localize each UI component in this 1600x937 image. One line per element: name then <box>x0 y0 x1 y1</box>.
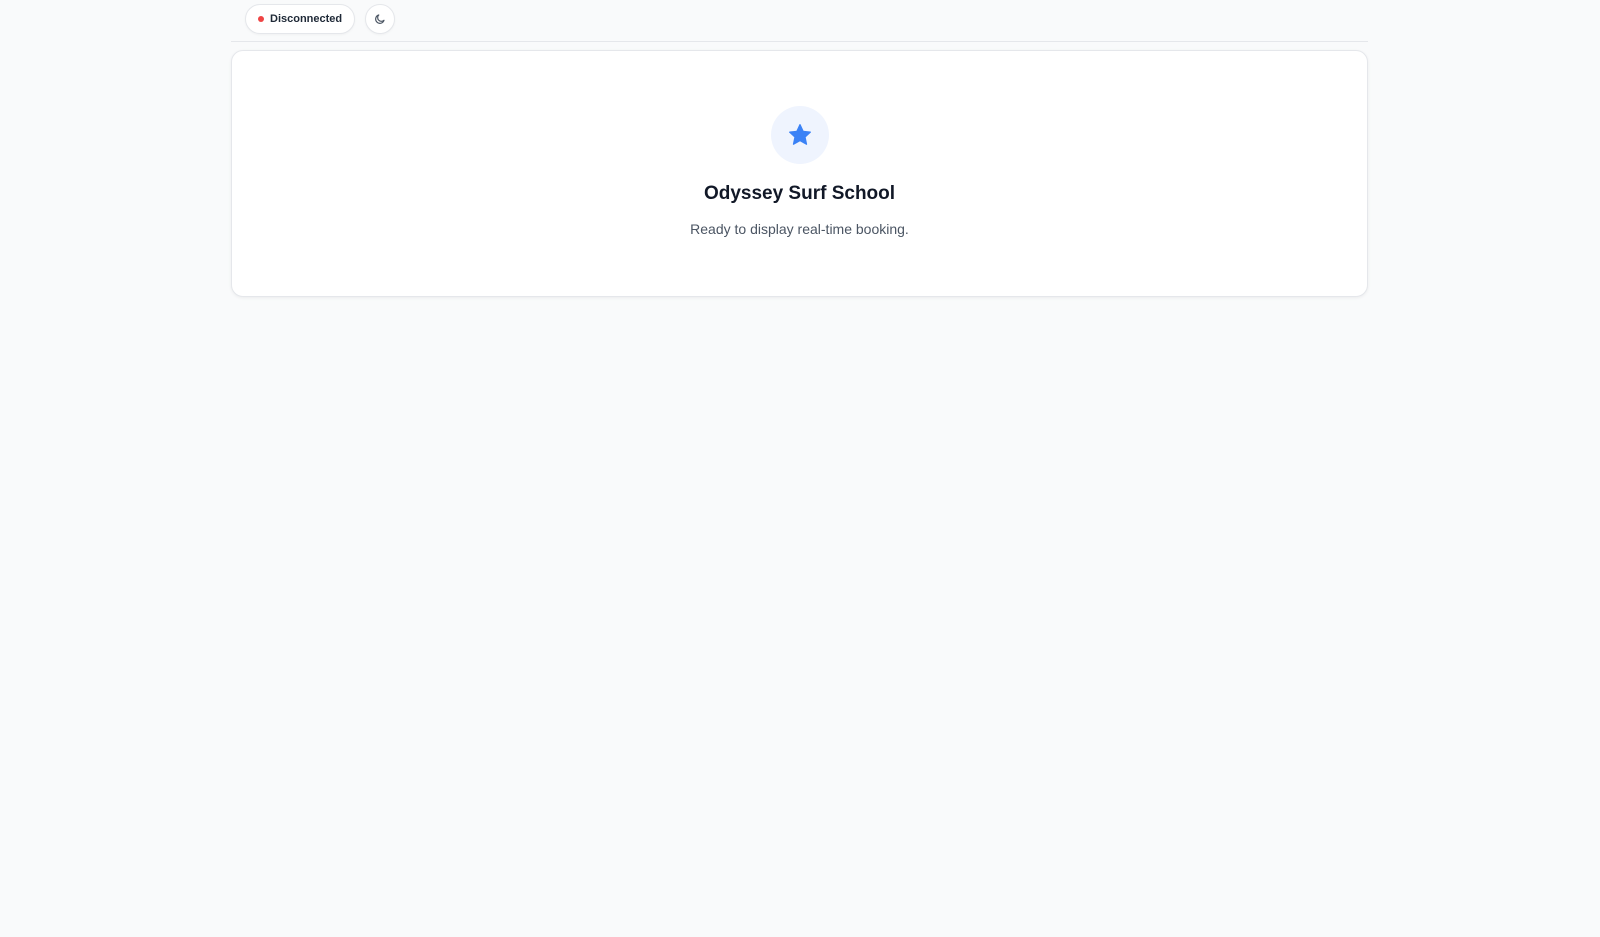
status-message: Ready to display real-time booking. <box>690 221 909 237</box>
connection-status-label: Disconnected <box>270 13 343 25</box>
star-icon-container <box>771 106 829 164</box>
status-card: Odyssey Surf School Ready to display rea… <box>231 50 1368 297</box>
top-bar: Disconnected <box>231 0 1368 42</box>
star-icon <box>789 124 811 145</box>
school-title: Odyssey Surf School <box>703 183 896 204</box>
theme-toggle-button[interactable] <box>365 4 395 34</box>
connection-status-badge: Disconnected <box>245 4 356 34</box>
status-dot-icon <box>258 16 264 22</box>
moon-icon <box>375 14 385 24</box>
